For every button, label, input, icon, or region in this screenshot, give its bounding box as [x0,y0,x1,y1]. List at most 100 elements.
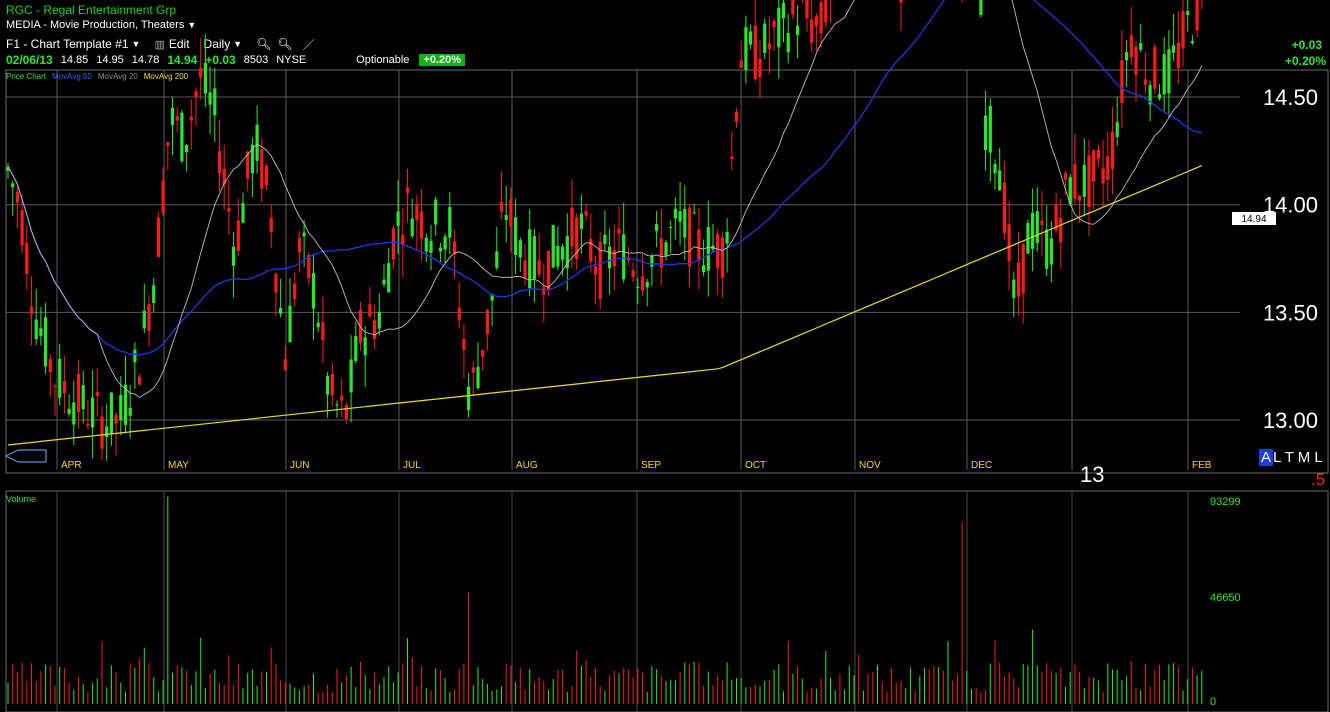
candle-body [128,407,132,416]
candle-body [269,217,273,232]
candle-body [363,337,367,356]
candle-body [1031,212,1035,249]
candle-body [1002,182,1006,234]
candle-body [786,33,790,53]
candle-body [617,228,621,234]
candle-body [1143,79,1147,85]
candle-body [109,392,113,435]
candle-body [1082,164,1086,197]
candle-body [622,234,626,280]
candle-body [119,394,123,421]
candle-body [753,25,757,80]
candle-body [255,124,259,161]
view-mode-rest[interactable]: L T M L [1273,449,1323,466]
candle-body [11,183,15,188]
candle-body [62,380,66,393]
candle-body [1172,45,1176,53]
y-tick-label: 13.00 [1263,408,1318,433]
candle-body [58,358,62,398]
candle-body [499,201,504,212]
candle-body [1016,262,1021,297]
candle-body [772,20,776,28]
month-label: AUG [516,460,538,471]
candle-body [260,149,264,189]
candle-body [537,260,541,275]
candle-body [462,338,466,351]
candle-body [95,391,99,396]
candle-body [1092,150,1096,182]
candle-body [579,213,583,229]
month-label: JUL [403,460,421,471]
volume-tick-label: 93299 [1210,496,1241,508]
candle-body [335,404,339,406]
candle-body [114,414,118,424]
candle-body [100,416,104,449]
candle-body [777,7,781,48]
candle-body [1157,94,1162,99]
candle-body [1106,156,1110,180]
candle-body [1096,149,1100,159]
candle-body [495,251,499,268]
candle-body [326,376,330,395]
candle-body [725,232,729,244]
candle-body [1063,173,1068,180]
candle-body [1040,220,1044,225]
candle-body [316,322,320,328]
candle-body [138,376,142,385]
view-mode-a[interactable]: A [1259,449,1274,466]
candle-body [15,191,19,203]
candle-body [410,218,414,237]
candle-body [523,260,527,278]
candle-body [1162,54,1166,95]
candle-body [123,384,128,425]
candle-body [161,180,165,213]
candle-body [227,208,231,212]
candle-body [749,31,753,45]
candle-body [650,255,654,267]
candle-body [34,319,38,340]
candle-body [156,217,160,258]
candle-body [382,279,386,285]
candle-body [72,402,76,425]
scroll-left-handle[interactable] [4,449,47,463]
candle-body [222,168,226,185]
month-label: APR [61,460,82,471]
candle-body [166,142,170,146]
candle-body [481,349,485,357]
candle-body [603,234,607,245]
candle-body [814,16,818,27]
candle-body [1181,11,1185,49]
candle-body [175,115,179,121]
candle-body [274,274,278,293]
candle-body [25,243,29,275]
candle-body [199,67,203,78]
candle-body [434,199,438,225]
candle-body [457,307,461,321]
month-label: SEP [641,460,661,471]
candle-body [664,242,668,257]
y-tick-label: 13.50 [1263,300,1318,325]
volume-label: Volume [6,494,37,504]
candle-body [720,237,724,278]
candle-body [1059,217,1063,243]
candle-body [570,207,574,247]
candle-body [1087,155,1091,207]
candle-body [1186,11,1190,16]
candle-body [542,287,546,295]
candle-body [673,208,677,219]
candle-body [744,27,748,71]
candle-body [1190,41,1194,44]
view-mode-selector[interactable]: AL T M L [1259,449,1323,466]
candle-body [142,310,146,329]
candle-body [213,88,217,116]
candle-body [988,105,992,153]
candle-body [39,328,43,337]
candle-body [561,246,565,260]
price-chart[interactable]: 16.0015.5015.0014.5014.0013.5013.00 APRM… [0,0,1330,712]
candle-body [29,306,34,315]
candle-body [1195,0,1199,31]
candle-body [1045,229,1049,269]
candle-body [387,263,391,293]
candle-body [297,238,301,253]
candle-body [739,60,743,68]
